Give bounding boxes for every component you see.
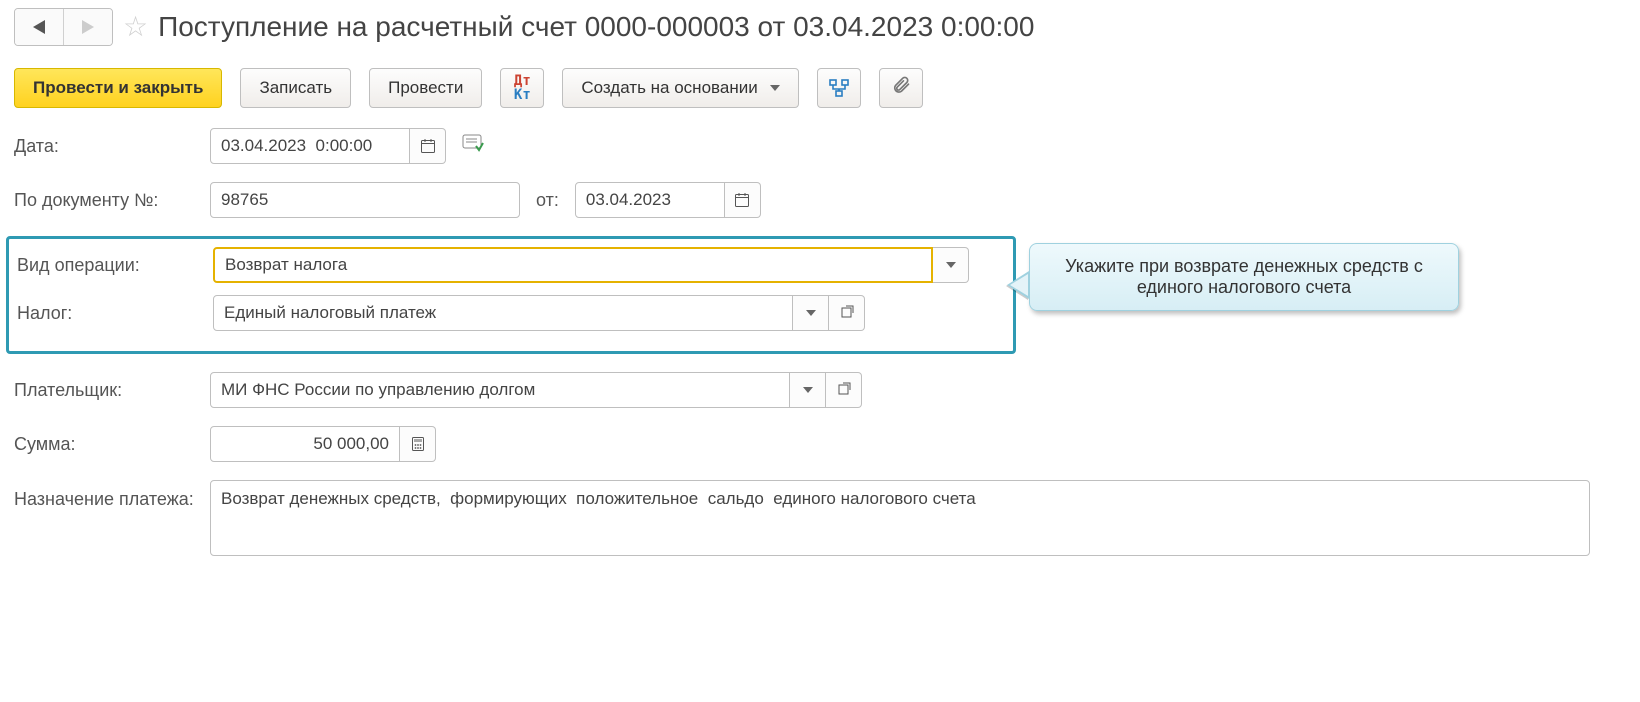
label-payer: Плательщик:	[14, 372, 210, 401]
create-on-basis-label: Создать на основании	[581, 78, 757, 98]
label-doc-number: По документу №:	[14, 182, 210, 211]
label-operation-type: Вид операции:	[17, 247, 213, 276]
calendar-icon	[420, 138, 436, 154]
bank-statement-icon[interactable]	[462, 134, 484, 158]
label-amount: Сумма:	[14, 426, 210, 455]
callout-text: Укажите при возврате денежных средств с …	[1029, 243, 1459, 311]
tax-dropdown-button[interactable]	[793, 295, 829, 331]
save-button[interactable]: Записать	[240, 68, 351, 108]
row-doc-number: По документу №: от:	[14, 182, 1626, 218]
row-amount: Сумма:	[14, 426, 1626, 462]
label-doc-date-from: от:	[536, 190, 559, 211]
tax-open-button[interactable]	[829, 295, 865, 331]
dtkt-icon: Дт Кт	[514, 74, 531, 102]
attachments-button[interactable]	[879, 68, 923, 108]
chevron-down-icon	[803, 387, 813, 393]
purpose-textarea[interactable]	[210, 480, 1590, 556]
nav-back-button[interactable]	[15, 9, 63, 45]
create-on-basis-button[interactable]: Создать на основании	[562, 68, 798, 108]
payer-open-button[interactable]	[826, 372, 862, 408]
payer-dropdown-button[interactable]	[790, 372, 826, 408]
row-tax: Налог:	[17, 295, 1007, 331]
paperclip-icon	[891, 75, 911, 101]
chevron-down-icon	[946, 262, 956, 268]
operation-type-dropdown-button[interactable]	[933, 247, 969, 283]
row-purpose: Назначение платежа:	[14, 480, 1626, 556]
callout-tooltip: Укажите при возврате денежных средств с …	[1029, 243, 1459, 311]
amount-input[interactable]	[210, 426, 400, 462]
callout-tail-icon	[1007, 271, 1029, 299]
payer-select[interactable]	[210, 372, 790, 408]
amount-calculator-button[interactable]	[400, 426, 436, 462]
label-tax: Налог:	[17, 295, 213, 324]
post-button[interactable]: Провести	[369, 68, 482, 108]
tax-select[interactable]	[213, 295, 793, 331]
chevron-down-icon	[770, 85, 780, 91]
label-date: Дата:	[14, 128, 210, 157]
date-calendar-button[interactable]	[410, 128, 446, 164]
operation-type-select[interactable]	[213, 247, 933, 283]
show-movements-button[interactable]: Дт Кт	[500, 68, 544, 108]
calculator-icon	[410, 436, 426, 452]
arrow-right-icon	[82, 20, 94, 34]
doc-number-input[interactable]	[210, 182, 520, 218]
structure-icon	[829, 78, 849, 98]
document-form: ☆ Поступление на расчетный счет 0000-000…	[0, 0, 1640, 582]
row-operation-type: Вид операции:	[17, 247, 1007, 283]
open-icon	[839, 305, 855, 321]
calendar-icon	[734, 192, 750, 208]
nav-forward-button[interactable]	[64, 9, 112, 45]
doc-date-calendar-button[interactable]	[725, 182, 761, 218]
open-icon	[836, 382, 852, 398]
arrow-left-icon	[33, 20, 45, 34]
date-input[interactable]	[210, 128, 410, 164]
title-bar: ☆ Поступление на расчетный счет 0000-000…	[14, 8, 1626, 46]
row-date: Дата:	[14, 128, 1626, 164]
doc-date-input[interactable]	[575, 182, 725, 218]
label-purpose: Назначение платежа:	[14, 480, 210, 511]
favorite-star-icon[interactable]: ☆	[123, 13, 148, 41]
post-and-close-button[interactable]: Провести и закрыть	[14, 68, 222, 108]
row-payer: Плательщик:	[14, 372, 1626, 408]
nav-history-group	[14, 8, 113, 46]
chevron-down-icon	[806, 310, 816, 316]
highlight-zone: Вид операции: Налог:	[6, 236, 1016, 354]
page-title: Поступление на расчетный счет 0000-00000…	[158, 11, 1034, 43]
command-bar: Провести и закрыть Записать Провести Дт …	[14, 68, 1626, 108]
structure-button[interactable]	[817, 68, 861, 108]
